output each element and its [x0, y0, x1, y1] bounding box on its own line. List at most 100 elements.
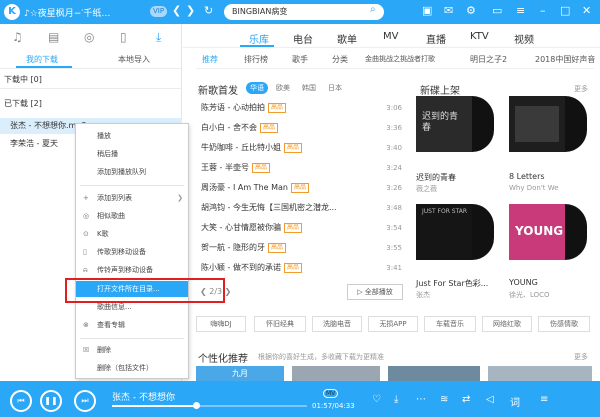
album-title[interactable]: YOUNG — [509, 278, 538, 287]
download-icon[interactable]: ⤓ — [156, 30, 161, 45]
now-playing-title[interactable]: 张杰 - 不想想你 — [112, 390, 175, 403]
subtab-tomorrow[interactable]: 明日之子2 — [470, 54, 507, 65]
filter-western[interactable]: 欧美 — [272, 82, 294, 94]
recommend-banner[interactable] — [292, 366, 380, 381]
menu-item-similar[interactable]: ◎ 相似歌曲 — [76, 208, 188, 224]
minimize-icon[interactable]: – — [540, 4, 546, 17]
tag-button[interactable]: 伤感情歌 — [538, 316, 590, 332]
album-title[interactable]: Just For Star色彩... — [416, 278, 488, 289]
new-song-row[interactable]: 陈小颖 - 做不到的承诺 高品 3:41 — [201, 259, 406, 277]
recommend-banner[interactable] — [488, 366, 592, 381]
new-song-row[interactable]: 王蓉 - 半壶号 高品 3:24 — [201, 159, 406, 177]
progress-handle[interactable] — [193, 402, 200, 409]
new-song-row[interactable]: 周汤豪 - I Am The Man 高品 3:26 — [201, 179, 406, 197]
forward-icon[interactable]: ❯ — [186, 4, 195, 17]
tab-live[interactable]: 直播 — [426, 31, 446, 46]
skin-icon[interactable]: ▣ — [422, 4, 432, 17]
downloaded-section[interactable]: 已下载 [2] — [4, 98, 42, 109]
new-song-row[interactable]: 陈芳语 - 心动拍拍 高品 3:06 — [201, 99, 406, 117]
tag-button[interactable]: 网络红歌 — [482, 316, 532, 332]
album-artist[interactable]: 徐光、LOCO — [509, 290, 550, 300]
menu-item-karaoke[interactable]: ⊙ K歌 — [76, 226, 188, 242]
new-song-row[interactable]: 白小白 - 舍不会 高品 3:36 — [201, 119, 406, 137]
sound-effect-icon[interactable]: ≋ — [440, 394, 448, 405]
new-song-row[interactable]: 大笑 - 心甘情愿被你骗 高品 3:54 — [201, 219, 406, 237]
tag-button[interactable]: 车载音乐 — [424, 316, 476, 332]
tab-video[interactable]: 视频 — [514, 31, 534, 46]
album-cover[interactable]: 迟到的青春 — [416, 96, 472, 152]
menu-item-add-queue[interactable]: 添加到播放队列 — [76, 164, 188, 180]
device-icon[interactable]: ▯ — [120, 30, 127, 44]
radio-icon[interactable]: ◎ — [84, 30, 94, 44]
more-link[interactable]: 更多 — [574, 352, 588, 362]
album-cover[interactable]: JUST FOR STAR — [416, 204, 472, 260]
tab-ktv[interactable]: KTV — [470, 31, 489, 42]
recommend-banner[interactable]: 九月 — [196, 366, 284, 381]
menu-icon[interactable]: ≡ — [516, 4, 525, 17]
prev-button[interactable]: ⏮ — [10, 390, 32, 412]
next-icon[interactable]: ❯ — [225, 287, 232, 296]
tag-button[interactable]: 无损APP — [368, 316, 418, 332]
search-icon[interactable]: ⌕ — [370, 4, 376, 15]
menu-item-send-device[interactable]: ▯ 传歌到移动设备 — [76, 244, 188, 260]
menu-item-delete[interactable]: ☒ 删除 — [76, 342, 188, 358]
subtab-recommend[interactable]: 推荐 — [202, 54, 218, 65]
close-icon[interactable]: ✕ — [582, 4, 591, 17]
mail-icon[interactable]: ✉ — [444, 4, 453, 17]
back-icon[interactable]: ❮ — [172, 4, 181, 17]
tag-button[interactable]: 洗脑电音 — [312, 316, 362, 332]
new-song-row[interactable]: 贺一航 - 隐形的牙 高品 3:55 — [201, 239, 406, 257]
subtab-singer[interactable]: 歌手 — [292, 54, 308, 65]
settings-icon[interactable]: ⚙ — [466, 4, 476, 17]
music-icon[interactable]: ♫ — [12, 30, 23, 44]
heart-icon[interactable]: ♡ — [372, 394, 381, 405]
lyrics-icon[interactable]: 词 — [510, 394, 520, 409]
subtab-voice[interactable]: 2018中国好声音 — [535, 54, 595, 65]
album-artist[interactable]: 薇之薇 — [416, 184, 437, 194]
tab-radio[interactable]: 电台 — [293, 31, 313, 46]
album-cover[interactable]: YOUNG — [509, 204, 565, 260]
menu-item-play[interactable]: 播放 — [76, 128, 188, 144]
search-input[interactable]: BINGBIAN病变 — [224, 4, 384, 20]
menu-item-view-album[interactable]: ⊗ 查看专辑 — [76, 317, 188, 333]
filter-japanese[interactable]: 日本 — [324, 82, 346, 94]
username[interactable]: ♪☆夜星枫月−′千纸… — [24, 6, 110, 19]
new-song-row[interactable]: 牛奶咖啡 - 丘比特小姐 高品 3:40 — [201, 139, 406, 157]
subtab-category[interactable]: 分类 — [332, 54, 348, 65]
subtab-challenge[interactable]: 金曲挑战之挑战者打歌 — [365, 54, 435, 64]
refresh-icon[interactable]: ↻ — [204, 4, 213, 17]
downloading-section[interactable]: 下载中 [0] — [4, 74, 42, 85]
album-artist[interactable]: 张杰 — [416, 290, 430, 300]
play-all-button[interactable]: ▷ 全部播放 — [347, 284, 403, 300]
menu-item-send-ringtone[interactable]: ⍾ 传铃声到移动设备 — [76, 262, 188, 278]
download-icon[interactable]: ⤓ — [394, 394, 398, 405]
tab-library[interactable]: 乐库 — [249, 31, 269, 46]
menu-item-add-to-list[interactable]: + 添加到列表 ❯ — [76, 190, 188, 206]
filter-korean[interactable]: 韩国 — [298, 82, 320, 94]
library-icon[interactable]: ▤ — [48, 30, 59, 44]
album-title[interactable]: 8 Letters — [509, 172, 545, 181]
tag-button[interactable]: 嗨嗨DJ — [196, 316, 246, 332]
album-artist[interactable]: Why Don't We — [509, 184, 559, 192]
tab-mv[interactable]: MV — [383, 31, 398, 42]
next-button[interactable]: ⏭ — [74, 390, 96, 412]
pause-button[interactable]: ❚❚ — [40, 390, 62, 412]
filter-chinese[interactable]: 华语 — [246, 82, 268, 94]
mv-badge[interactable]: MV — [323, 389, 339, 398]
tab-playlist[interactable]: 歌单 — [337, 31, 357, 46]
repeat-icon[interactable]: ⇄ — [462, 394, 470, 405]
recommend-banner[interactable] — [388, 366, 480, 381]
mini-mode-icon[interactable]: ▭ — [492, 4, 502, 17]
tab-my-downloads[interactable]: 我的下载 — [26, 54, 58, 65]
more-link[interactable]: 更多 — [574, 84, 588, 94]
album-title[interactable]: 迟到的青春 — [416, 172, 456, 183]
more-icon[interactable]: ⋯ — [416, 394, 426, 405]
menu-item-delete-file[interactable]: 删除（包括文件） — [76, 360, 188, 376]
volume-icon[interactable]: ◁ — [486, 394, 494, 405]
menu-item-play-later[interactable]: 稍后播 — [76, 146, 188, 162]
tag-button[interactable]: 怀旧经典 — [254, 316, 306, 332]
maximize-icon[interactable]: □ — [560, 4, 570, 17]
playlist-icon[interactable]: ≡ — [540, 394, 548, 405]
new-song-row[interactable]: 胡鸿钧 - 今生无悔【三国机密之潜龙... 3:48 — [201, 199, 406, 217]
subtab-chart[interactable]: 排行榜 — [244, 54, 268, 65]
